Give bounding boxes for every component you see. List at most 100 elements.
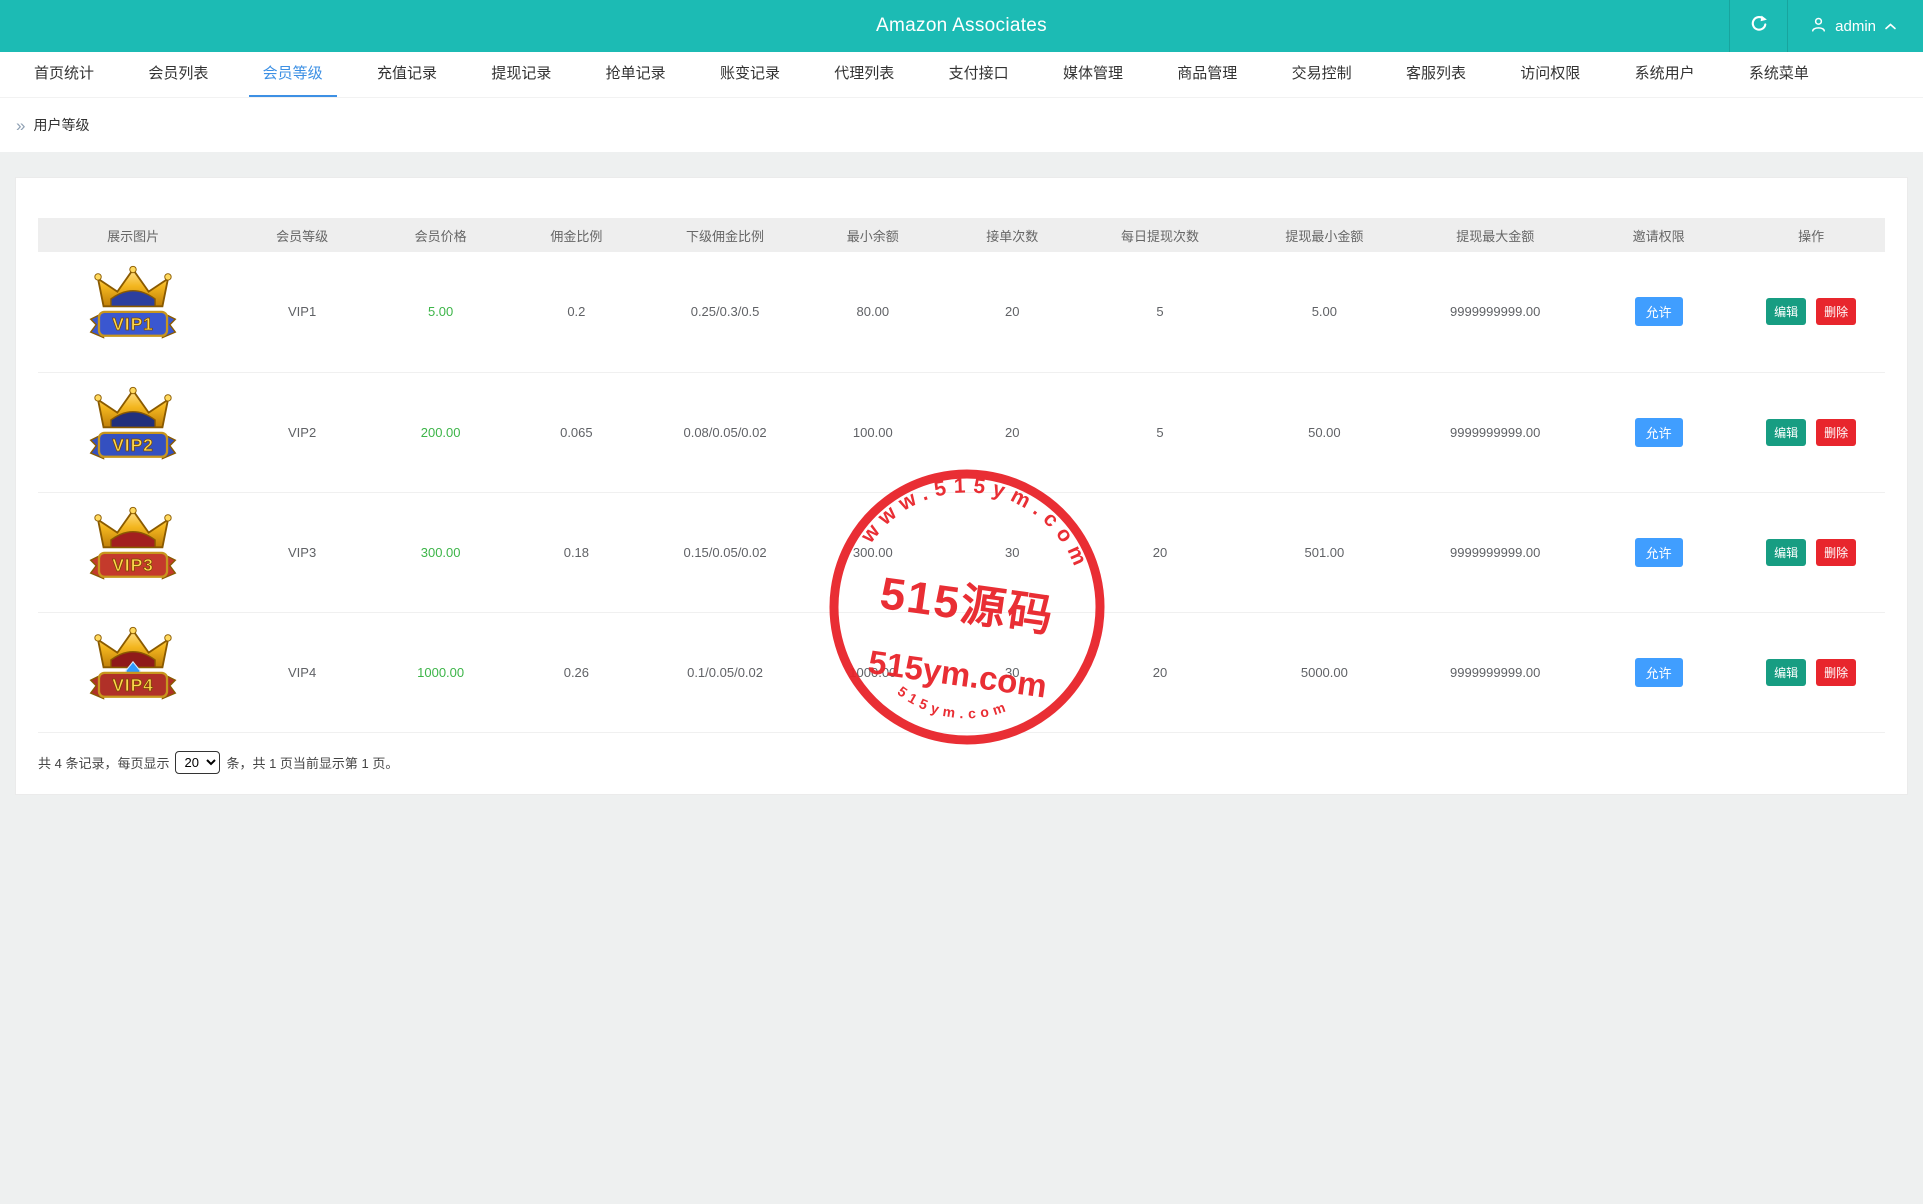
cell-actions: 编辑 删除 xyxy=(1737,492,1885,613)
delete-button[interactable]: 删除 xyxy=(1816,298,1857,326)
svg-text:VIP2: VIP2 xyxy=(112,435,154,455)
column-header-10: 提现最大金额 xyxy=(1410,218,1581,252)
nav-tab-11[interactable]: 商品管理 xyxy=(1163,52,1251,97)
nav-tab-12[interactable]: 交易控制 xyxy=(1278,52,1366,97)
table-row: VIP3 VIP3 300.00 0.18 0.15/0.05/0.02 300.00 30… xyxy=(38,492,1885,613)
edit-button[interactable]: 编辑 xyxy=(1766,658,1807,686)
nav-tab-1[interactable]: 首页统计 xyxy=(20,52,108,97)
nav-tab-10[interactable]: 媒体管理 xyxy=(1049,52,1137,97)
nav-tab-8[interactable]: 代理列表 xyxy=(820,52,908,97)
table-body: VIP1 VIP1 5.00 0.2 0.25/0.3/0.5 80.00 20 5 5.00 9… xyxy=(38,252,1885,733)
vip-badge-image: VIP1 xyxy=(89,266,177,339)
main-content: 展示图片 会员等级 会员价格 佣金比例 下级佣金比例 最小余额 接单次数 每日提现次数 提现最小… xyxy=(0,152,1923,1204)
cell-price: 5.00 xyxy=(375,252,506,373)
delete-button[interactable]: 删除 xyxy=(1816,658,1857,686)
cell-actions: 编辑 删除 xyxy=(1737,252,1885,373)
table-row: VIP2 VIP2 200.00 0.065 0.08/0.05/0.02 100.00 2… xyxy=(38,372,1885,493)
cell-min-withdraw: 50.00 xyxy=(1238,372,1411,493)
column-header-4: 佣金比例 xyxy=(505,218,648,252)
nav-tab-5[interactable]: 提现记录 xyxy=(477,52,565,97)
cell-badge: VIP3 xyxy=(38,492,229,613)
svg-text:VIP3: VIP3 xyxy=(112,555,154,575)
cell-max-withdraw: 9999999999.00 xyxy=(1410,612,1581,733)
edit-button[interactable]: 编辑 xyxy=(1766,418,1807,446)
app-title: Amazon Associates xyxy=(876,15,1047,36)
edit-button[interactable]: 编辑 xyxy=(1766,538,1807,566)
cell-min-balance: 80.00 xyxy=(802,252,943,373)
cell-commission: 0.26 xyxy=(505,612,648,733)
breadcrumb-label: 用户等级 xyxy=(33,117,90,133)
nav-tab-14[interactable]: 访问权限 xyxy=(1506,52,1594,97)
allow-button[interactable]: 允许 xyxy=(1634,537,1683,567)
nav-tab-15[interactable]: 系统用户 xyxy=(1621,52,1709,97)
cell-order-count: 30 xyxy=(942,612,1082,733)
column-header-8: 每日提现次数 xyxy=(1081,218,1239,252)
nav-tabs: 首页统计 会员列表 会员等级 充值记录 提现记录 抢单记录 账变记录 代理列表 支付接口 媒体管理… xyxy=(0,52,1923,97)
user-menu[interactable]: admin xyxy=(1787,0,1923,52)
cell-commission: 0.2 xyxy=(505,252,648,373)
cell-min-withdraw: 501.00 xyxy=(1238,492,1411,613)
pagination-bar: 共 4 条记录，每页显示 20 条，共 1 页当前显示第 1 页。 xyxy=(38,750,1885,774)
nav-tab-13[interactable]: 客服列表 xyxy=(1392,52,1480,97)
cell-invite-permission: 允许 xyxy=(1580,492,1738,613)
nav-tab-6[interactable]: 抢单记录 xyxy=(592,52,680,97)
cell-order-count: 20 xyxy=(942,372,1082,493)
allow-button[interactable]: 允许 xyxy=(1634,657,1683,687)
column-header-5: 下级佣金比例 xyxy=(647,218,803,252)
cell-price: 200.00 xyxy=(375,372,506,493)
vip-badge-image: VIP3 xyxy=(89,506,177,580)
breadcrumb: » 用户等级 xyxy=(0,97,1923,152)
cell-daily-withdraw: 20 xyxy=(1081,492,1239,613)
cell-order-count: 30 xyxy=(942,492,1082,613)
cell-badge: VIP1 xyxy=(38,252,229,373)
cell-sub-commission: 0.08/0.05/0.02 xyxy=(647,372,803,493)
breadcrumb-chevrons-icon: » xyxy=(16,115,26,135)
column-header-7: 接单次数 xyxy=(942,218,1082,252)
user-icon xyxy=(1810,16,1827,37)
cell-max-withdraw: 9999999999.00 xyxy=(1410,372,1581,493)
column-header-9: 提现最小金额 xyxy=(1238,218,1411,252)
cell-badge: VIP2 xyxy=(38,372,229,493)
nav-tab-3[interactable]: 会员等级 xyxy=(248,52,337,97)
cell-level: VIP1 xyxy=(228,252,376,373)
cell-commission: 0.065 xyxy=(505,372,648,493)
cell-min-balance: 300.00 xyxy=(802,492,943,613)
cell-sub-commission: 0.25/0.3/0.5 xyxy=(647,252,803,373)
edit-button[interactable]: 编辑 xyxy=(1766,298,1807,326)
nav-tab-9[interactable]: 支付接口 xyxy=(935,52,1023,97)
chevron-up-icon xyxy=(1884,18,1897,35)
cell-commission: 0.18 xyxy=(505,492,648,613)
allow-button[interactable]: 允许 xyxy=(1634,297,1683,327)
delete-button[interactable]: 删除 xyxy=(1816,418,1857,446)
nav-tab-16[interactable]: 系统菜单 xyxy=(1735,52,1823,97)
column-header-3: 会员价格 xyxy=(375,218,506,252)
cell-level: VIP3 xyxy=(228,492,376,613)
nav-tab-4[interactable]: 充值记录 xyxy=(363,52,451,97)
vip-levels-table: 展示图片 会员等级 会员价格 佣金比例 下级佣金比例 最小余额 接单次数 每日提现次数 提现最小… xyxy=(38,218,1885,733)
vip-badge-image: VIP2 xyxy=(89,386,177,460)
cell-badge: VIP4 xyxy=(38,612,229,733)
nav-tab-2[interactable]: 会员列表 xyxy=(134,52,222,97)
cell-actions: 编辑 删除 xyxy=(1737,372,1885,493)
nav-tab-7[interactable]: 账变记录 xyxy=(706,52,794,97)
pagination-prefix: 共 4 条记录，每页显示 xyxy=(38,755,170,771)
page-size-select[interactable]: 20 xyxy=(175,750,221,774)
cell-daily-withdraw: 5 xyxy=(1081,372,1239,493)
refresh-button[interactable] xyxy=(1729,0,1787,52)
delete-button[interactable]: 删除 xyxy=(1816,538,1857,566)
cell-invite-permission: 允许 xyxy=(1580,372,1738,493)
table-row: VIP1 VIP1 5.00 0.2 0.25/0.3/0.5 80.00 20 5 5.00 9… xyxy=(38,252,1885,373)
cell-level: VIP2 xyxy=(228,372,376,493)
cell-sub-commission: 0.1/0.05/0.02 xyxy=(647,612,803,733)
cell-min-balance: 1000.00 xyxy=(802,612,943,733)
cell-min-withdraw: 5.00 xyxy=(1238,252,1411,373)
column-header-1: 展示图片 xyxy=(38,218,229,252)
svg-text:VIP4: VIP4 xyxy=(112,675,154,695)
cell-invite-permission: 允许 xyxy=(1580,252,1738,373)
allow-button[interactable]: 允许 xyxy=(1634,417,1683,447)
cell-invite-permission: 允许 xyxy=(1580,612,1738,733)
column-header-12: 操作 xyxy=(1737,218,1885,252)
cell-max-withdraw: 9999999999.00 xyxy=(1410,492,1581,613)
refresh-icon xyxy=(1749,14,1769,39)
cell-level: VIP4 xyxy=(228,612,376,733)
